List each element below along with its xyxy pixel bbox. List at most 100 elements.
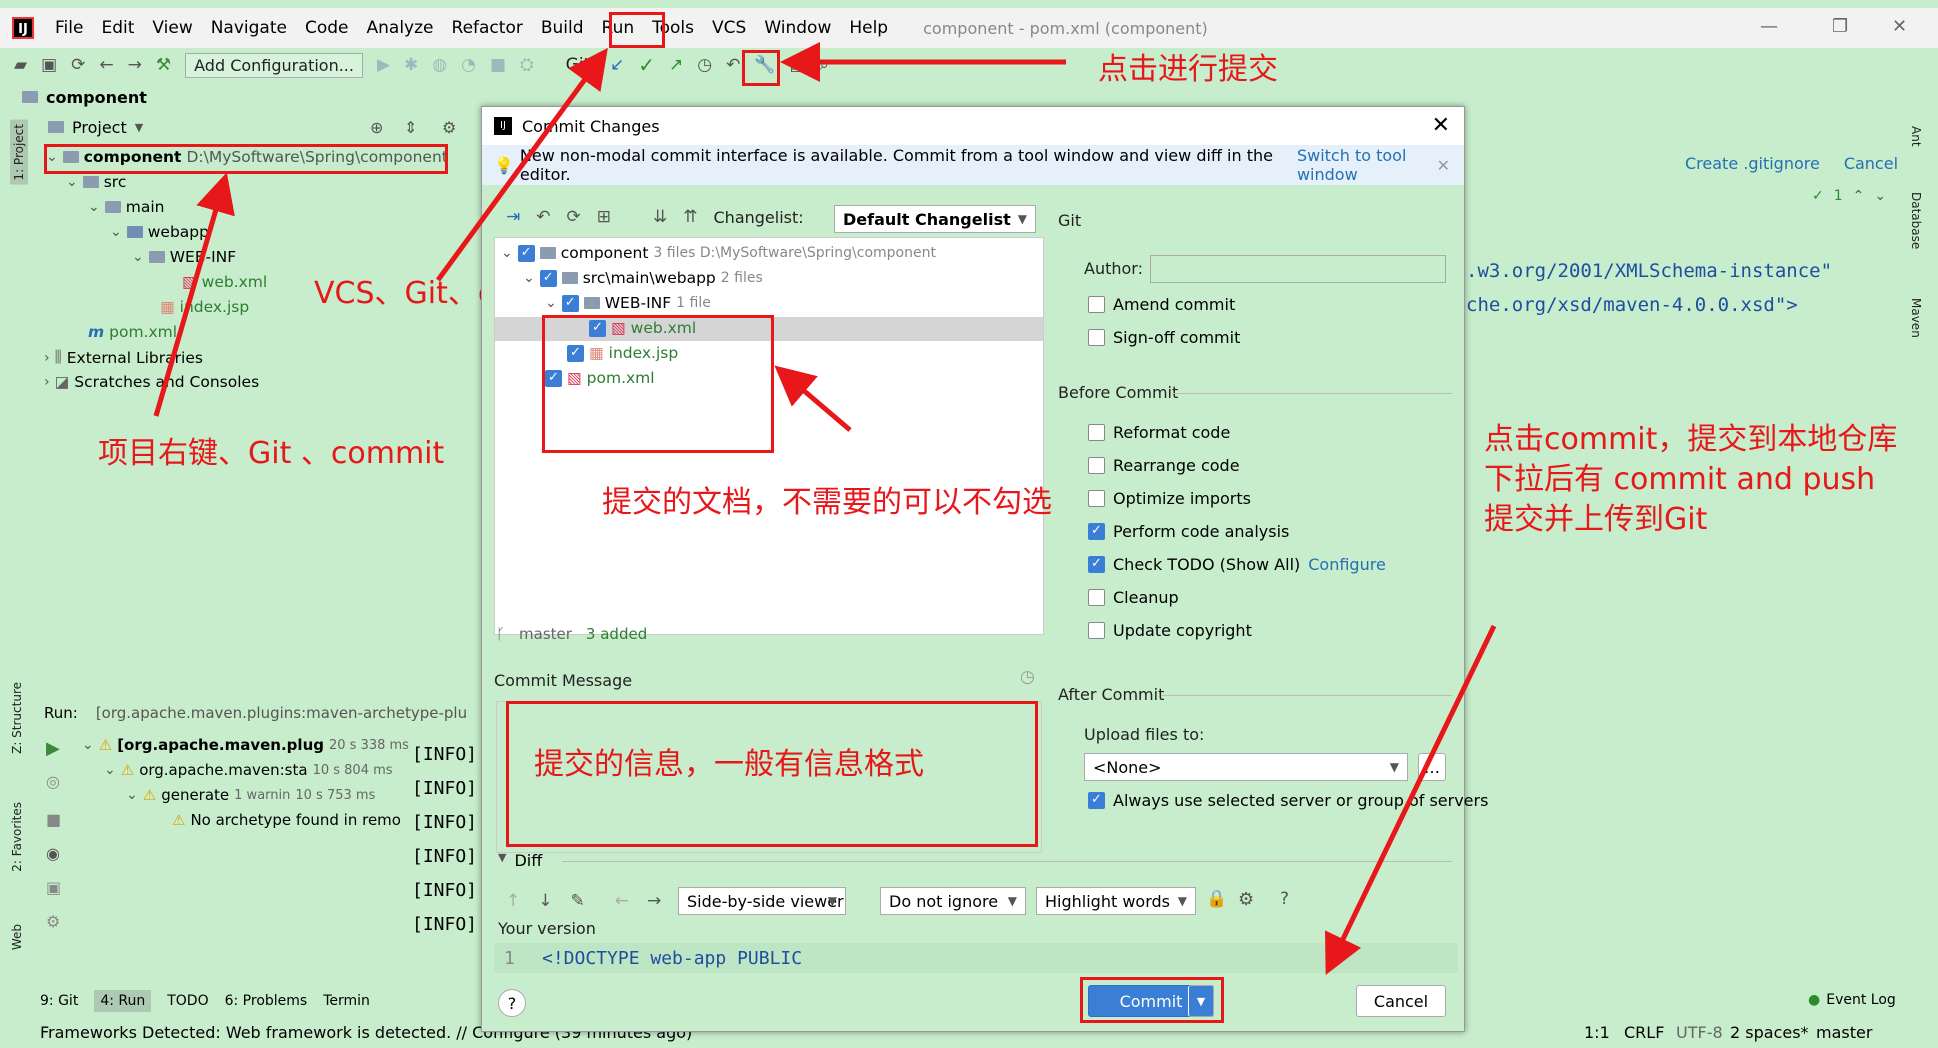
amend-checkbox[interactable] bbox=[1088, 296, 1105, 313]
tab-maven[interactable]: Maven bbox=[1909, 298, 1923, 338]
tab-favorites[interactable]: 2: Favorites bbox=[10, 802, 24, 872]
tab-run[interactable]: 4: Run bbox=[94, 990, 152, 1012]
tree-row-external-libraries[interactable]: › ⫼ External Libraries bbox=[44, 348, 203, 367]
reformat-code-option[interactable]: Reformat code bbox=[1088, 423, 1230, 442]
attach-icon[interactable]: ⛭ bbox=[520, 56, 534, 74]
optimize-checkbox[interactable] bbox=[1088, 490, 1105, 507]
restore-icon[interactable]: ❐ bbox=[1832, 16, 1848, 37]
settings-run-icon[interactable]: ⚙ bbox=[46, 912, 60, 931]
tree-row-scratches[interactable]: › ◪ Scratches and Consoles bbox=[44, 373, 259, 391]
amend-commit-option[interactable]: Amend commit bbox=[1088, 295, 1235, 314]
tab-database[interactable]: Database bbox=[1909, 192, 1923, 249]
tree-row-webinf[interactable]: ⌄ WEB-INF bbox=[132, 248, 236, 266]
optimize-imports-option[interactable]: Optimize imports bbox=[1088, 489, 1251, 508]
collapse-all-icon[interactable]: ⇈ bbox=[683, 207, 697, 227]
tree-row-webinf[interactable]: ⌄ WEB-INF 1 file bbox=[545, 294, 711, 312]
run-row[interactable]: ⌄ ⚠ generate 1 warnin 10 s 753 ms bbox=[126, 786, 375, 804]
chevron-down-icon[interactable]: ⌄ bbox=[126, 787, 138, 803]
add-configuration-button[interactable]: Add Configuration... bbox=[185, 52, 363, 78]
next-diff-icon[interactable]: ↓ bbox=[538, 891, 552, 911]
author-input[interactable] bbox=[1150, 255, 1446, 283]
menu-edit[interactable]: Edit bbox=[92, 18, 143, 38]
cancel-button[interactable]: Cancel bbox=[1356, 985, 1446, 1017]
event-log[interactable]: ● Event Log bbox=[1808, 992, 1896, 1008]
project-view-selector[interactable]: Project bbox=[72, 118, 127, 137]
signoff-checkbox[interactable] bbox=[1088, 329, 1105, 346]
chevron-down-icon[interactable]: ⌄ bbox=[545, 295, 557, 311]
tree-row-indexjsp[interactable]: ▦ index.jsp bbox=[567, 344, 678, 362]
tree-row-webxml[interactable]: ▧ web.xml bbox=[589, 319, 696, 337]
menu-analyze[interactable]: Analyze bbox=[358, 18, 443, 38]
todo-checkbox[interactable] bbox=[1088, 556, 1105, 573]
minimize-icon[interactable]: — bbox=[1760, 16, 1778, 37]
coverage-icon[interactable]: ◍ bbox=[432, 56, 447, 74]
menu-tools[interactable]: Tools bbox=[643, 18, 703, 38]
chevron-right-icon[interactable]: › bbox=[44, 350, 50, 366]
chevron-down-icon[interactable]: ⌄ bbox=[1874, 188, 1886, 204]
previous-file-icon[interactable]: ← bbox=[615, 891, 629, 911]
tree-row-pomxml[interactable]: ▧ pom.xml bbox=[545, 369, 655, 387]
back-icon[interactable]: ← bbox=[99, 56, 113, 74]
sync-icon[interactable]: ⟳ bbox=[71, 56, 85, 74]
indent-setting[interactable]: 2 spaces* bbox=[1730, 1023, 1809, 1042]
menu-vcs[interactable]: VCS bbox=[703, 18, 755, 38]
camera-icon[interactable]: ▣ bbox=[46, 878, 61, 897]
stop-icon[interactable]: ■ bbox=[490, 56, 506, 74]
run-row[interactable]: ⌄ ⚠ [org.apache.maven.plug 20 s 338 ms bbox=[82, 736, 409, 754]
git-history-icon[interactable]: ◷ bbox=[697, 56, 712, 74]
expand-all-icon[interactable]: ⇊ bbox=[653, 207, 667, 227]
lock-icon[interactable]: 🔒 bbox=[1206, 889, 1227, 909]
chevron-down-icon[interactable]: ⌄ bbox=[110, 224, 122, 240]
line-separator[interactable]: CRLF bbox=[1624, 1023, 1664, 1042]
update-copyright-option[interactable]: Update copyright bbox=[1088, 621, 1252, 640]
root-checkbox[interactable] bbox=[517, 244, 535, 262]
breadcrumb-component[interactable]: component bbox=[46, 88, 147, 107]
diff-settings-gear-icon[interactable]: ⚙ bbox=[1238, 889, 1254, 910]
debug-icon[interactable]: ✱ bbox=[404, 56, 418, 74]
highlight-select[interactable]: Highlight words ▼ bbox=[1036, 887, 1196, 915]
tab-todo[interactable]: TODO bbox=[167, 993, 208, 1009]
chevron-down-icon[interactable]: ⌄ bbox=[104, 762, 116, 778]
tab-web[interactable]: Web bbox=[10, 924, 24, 950]
menu-view[interactable]: View bbox=[143, 18, 201, 38]
forward-icon[interactable]: → bbox=[128, 56, 142, 74]
menu-code[interactable]: Code bbox=[296, 18, 358, 38]
settings-wrench-icon[interactable]: 🔧 bbox=[754, 56, 775, 74]
menu-run[interactable]: Run bbox=[593, 18, 644, 38]
help-button[interactable]: ? bbox=[498, 989, 526, 1017]
cancel-gitignore-link[interactable]: Cancel bbox=[1844, 154, 1898, 173]
close-icon[interactable]: ✕ bbox=[1432, 113, 1450, 138]
chevron-up-icon[interactable]: ⌃ bbox=[1853, 188, 1865, 204]
tree-row-webxml[interactable]: ▧ web.xml bbox=[182, 273, 267, 291]
tree-row-root[interactable]: ⌄ component 3 files D:\MySoftware\Spring… bbox=[501, 244, 936, 262]
viewer-select[interactable]: Side-by-side viewer ▼ bbox=[678, 887, 846, 915]
chevron-down-icon[interactable]: ▼ bbox=[498, 851, 506, 870]
upload-server-select[interactable]: <None> ▼ bbox=[1084, 753, 1408, 781]
code-analysis-option[interactable]: Perform code analysis bbox=[1088, 522, 1289, 541]
previous-diff-icon[interactable]: ↑ bbox=[506, 891, 520, 911]
editor-code[interactable]: .w3.org/2001/XMLSchema-instance" che.org… bbox=[1466, 254, 1832, 322]
run-row[interactable]: ⚠ No archetype found in remo bbox=[172, 811, 401, 829]
menu-navigate[interactable]: Navigate bbox=[202, 18, 296, 38]
chevron-down-icon[interactable]: ⌄ bbox=[132, 249, 144, 265]
tab-terminal[interactable]: Termin bbox=[323, 993, 370, 1009]
diff-header[interactable]: ▼ Diff bbox=[498, 851, 542, 870]
cleanup-checkbox[interactable] bbox=[1088, 589, 1105, 606]
changelist-select[interactable]: Default Changelist ▼ bbox=[834, 205, 1036, 233]
profile-icon[interactable]: ◔ bbox=[461, 56, 476, 74]
close-window-icon[interactable]: ✕ bbox=[1892, 16, 1907, 37]
search-icon[interactable]: ⌕ bbox=[820, 56, 830, 74]
menu-file[interactable]: File bbox=[46, 18, 92, 38]
save-icon[interactable]: ▣ bbox=[41, 56, 57, 74]
tree-row-main[interactable]: ⌄ main bbox=[88, 198, 164, 216]
menu-refactor[interactable]: Refactor bbox=[443, 18, 532, 38]
check-todo-option[interactable]: Check TODO (Show All) Configure bbox=[1088, 555, 1386, 574]
create-gitignore-link[interactable]: Create .gitignore bbox=[1685, 154, 1820, 173]
chevron-down-icon[interactable]: ⌄ bbox=[66, 174, 78, 190]
rollback-icon[interactable]: ↶ bbox=[536, 207, 550, 227]
chevron-down-icon[interactable]: ⌄ bbox=[82, 737, 94, 753]
menu-help[interactable]: Help bbox=[840, 18, 897, 38]
run-icon[interactable]: ▶ bbox=[377, 56, 390, 74]
signoff-commit-option[interactable]: Sign-off commit bbox=[1088, 328, 1240, 347]
tab-ant[interactable]: Ant bbox=[1909, 126, 1923, 147]
